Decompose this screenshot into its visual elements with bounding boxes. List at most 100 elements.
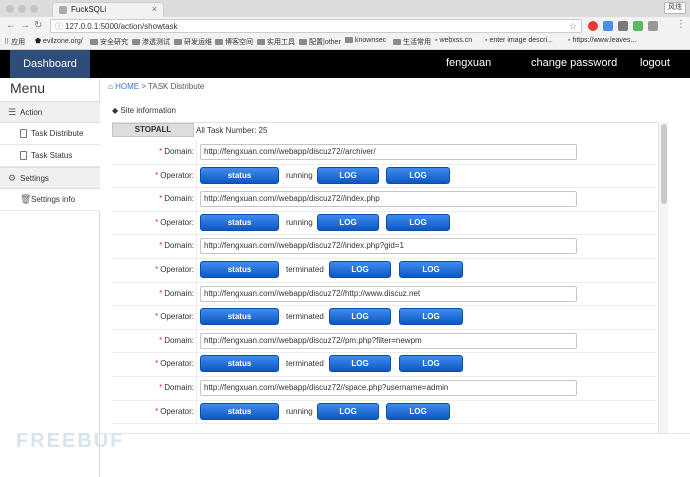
folder-icon [299,39,307,45]
bookmark-item[interactable]: 渗透测试 [132,37,170,47]
folder-icon [215,39,223,45]
status-button[interactable]: status [200,166,279,184]
extension-icon[interactable] [618,21,628,31]
back-arrow-icon[interactable]: ← [6,20,16,31]
site-info-heading: ◆ Site information [112,106,176,115]
sidebar-section-settings[interactable]: ⚙ Settings [0,167,100,189]
log-button[interactable]: LOG [399,260,463,278]
domain-input[interactable]: http://fengxuan.com//webapp/discuz72//ht… [200,285,577,302]
bookmark-item[interactable]: ⠿ 应用 [4,37,25,47]
status-button[interactable]: status [200,213,279,231]
folder-icon [174,39,182,45]
row-divider [196,353,197,376]
profile-button[interactable]: 风炫 [664,2,686,14]
required-mark: * [159,194,163,204]
bookmark-item[interactable]: 博客空间 [215,37,253,47]
browser-tab[interactable]: FuckSQLi × [52,2,164,17]
sidebar-section-action[interactable]: ☰ Action [0,101,100,123]
operator-label: * Operator: [155,170,194,180]
page-icon: ▪ [485,37,488,44]
log-button[interactable]: LOG [317,213,379,231]
required-mark: * [155,170,159,180]
bookmark-star-icon[interactable]: ☆ [569,21,577,32]
opera-extension-icon[interactable] [588,21,598,31]
logout-link[interactable]: logout [640,57,670,69]
domain-input[interactable]: http://fengxuan.com//webapp/discuz72//in… [200,238,577,255]
minimize-window-icon[interactable] [18,5,26,13]
bookmark-item[interactable]: ▪ https://www.leaves... [568,37,636,44]
reload-icon[interactable]: ↻ [34,20,42,31]
extension-icon[interactable] [633,21,643,31]
maximize-window-icon[interactable] [30,5,38,13]
log-button[interactable]: LOG [399,355,463,373]
required-mark: * [155,312,159,322]
bookmark-item[interactable]: knownsec [345,37,386,44]
status-button[interactable]: status [200,308,279,326]
page-icon: ▪ [435,37,438,44]
bookmark-item[interactable]: 安全研究 [90,37,128,47]
log-button[interactable]: LOG [329,308,391,326]
bookmark-item[interactable]: ▪ webxss.cn [435,37,472,44]
folder-icon [132,39,140,45]
bookmark-item[interactable]: 实用工具 [257,37,295,47]
domain-input[interactable]: http://fengxuan.com//webapp/discuz72//in… [200,191,577,208]
bookmark-item[interactable]: ▪ enter image descri... [485,37,553,44]
row-divider [196,258,197,282]
user-link[interactable]: fengxuan [446,57,491,69]
task-count: All Task Number: 25 [196,126,268,135]
scrollbar[interactable] [658,122,668,433]
required-mark: * [155,406,159,416]
domain-label: * Domain: [159,147,194,156]
domain-input[interactable]: http://fengxuan.com//webapp/discuz72//ar… [200,144,577,160]
domain-label: * Domain: [159,335,194,345]
task-operator-row: * Operator: status running LOG LOG [112,400,656,425]
bookmark-item[interactable]: ⬟ evilzone.org/ [35,37,83,45]
log-button[interactable]: LOG [329,355,391,373]
log-button[interactable]: LOG [317,402,379,420]
file-icon [20,129,27,138]
operator-label: * Operator: [155,312,194,322]
sidebar-item-settings-info[interactable]: 🗑 Settings info [0,189,100,211]
extension-icon[interactable] [603,21,613,31]
task-domain-row: * Domain: http://fengxuan.com//webapp/dis… [112,141,656,165]
status-button[interactable]: status [200,260,279,278]
tab-close-icon[interactable]: × [152,4,157,14]
page-info-icon[interactable]: ⓘ [55,21,63,32]
extension-icon[interactable] [648,21,658,31]
menu-dots-icon[interactable]: ⋮ [676,19,686,30]
log-button[interactable]: LOG [386,402,450,420]
top-navbar: Dashboard fengxuan change password logou… [0,50,690,78]
bookmarks-bar: ⠿ 应用 ⬟ evilzone.org/ 安全研究 渗透测试 研发运维 博客空间… [0,35,690,49]
change-password-link[interactable]: change password [531,57,617,69]
row-divider [196,164,197,188]
apps-grid-icon: ⠿ [4,39,10,46]
required-mark: * [159,288,163,298]
bookmark-item[interactable]: 配置|other [299,37,341,47]
log-button[interactable]: LOG [386,213,450,231]
scroll-thumb[interactable] [661,124,667,204]
status-button[interactable]: status [200,355,279,373]
address-bar[interactable]: ⓘ 127.0.0.1:5000/action/showtask ☆ [50,19,582,33]
home-icon: ⌂ [108,82,113,91]
task-panel: STOPALL All Task Number: 25 * Domain: htt… [112,122,668,433]
log-button[interactable]: LOG [399,308,463,326]
log-button[interactable]: LOG [317,166,379,184]
breadcrumb-home-link[interactable]: HOME [115,82,139,91]
sidebar-item-task-distribute[interactable]: Task Distribute [0,123,100,145]
forward-arrow-icon[interactable]: → [20,20,30,31]
log-button[interactable]: LOG [386,166,450,184]
domain-input[interactable]: http://fengxuan.com//webapp/discuz72//pm… [200,332,577,349]
task-state: terminated [286,359,324,369]
log-button[interactable]: LOG [329,260,391,278]
bookmark-item[interactable]: 研发运维 [174,37,212,47]
stopall-button[interactable]: STOPALL [112,123,194,137]
required-mark: * [159,382,163,392]
domain-label: * Domain: [159,288,194,298]
domain-input[interactable]: http://fengxuan.com//webapp/discuz72//sp… [200,379,577,396]
close-window-icon[interactable] [6,5,14,13]
sidebar-item-task-status[interactable]: Task Status [0,145,100,167]
url-text[interactable]: 127.0.0.1:5000/action/showtask [65,22,178,31]
bookmark-item[interactable]: 生活常用 [393,37,431,47]
status-button[interactable]: status [200,402,279,420]
dashboard-link[interactable]: Dashboard [10,50,90,78]
